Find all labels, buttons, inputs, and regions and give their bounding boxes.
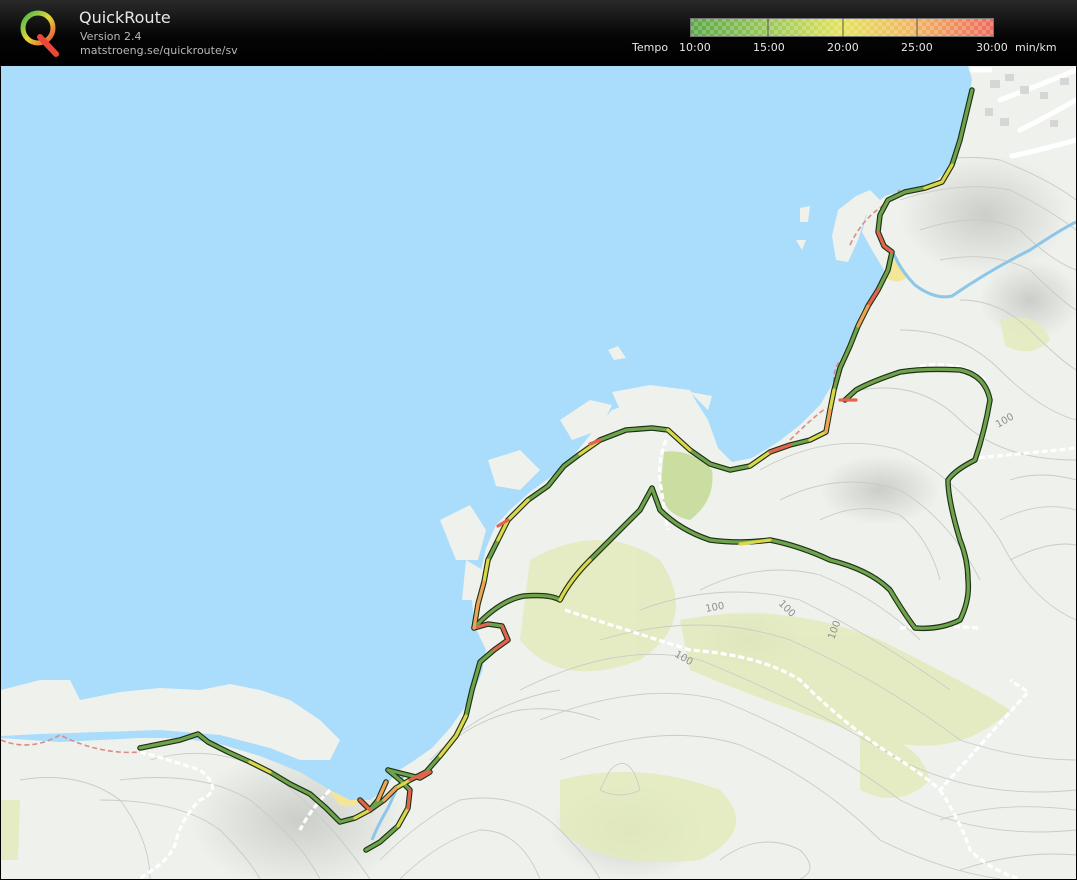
legend-unit: min/km	[1015, 41, 1057, 54]
app-url[interactable]: matstroeng.se/quickroute/sv	[80, 44, 238, 57]
legend-tick: 15:00	[753, 41, 785, 54]
legend-tick: 10:00	[679, 41, 711, 54]
legend-tick: 20:00	[827, 41, 859, 54]
app-title: QuickRoute	[79, 8, 171, 27]
legend-tick: 30:00	[976, 41, 1008, 54]
legend-title: Tempo	[632, 41, 669, 54]
quickroute-logo-icon	[20, 10, 59, 57]
legend-tick: 25:00	[901, 41, 933, 54]
map-canvas: 100 100 100 100 100	[1, 66, 1076, 879]
map-view[interactable]: 100 100 100 100 100	[1, 66, 1076, 879]
app-header: QuickRoute Version 2.4 matstroeng.se/qui…	[0, 0, 1077, 67]
app-version: Version 2.4	[80, 30, 142, 43]
tempo-legend-bar	[690, 18, 994, 37]
